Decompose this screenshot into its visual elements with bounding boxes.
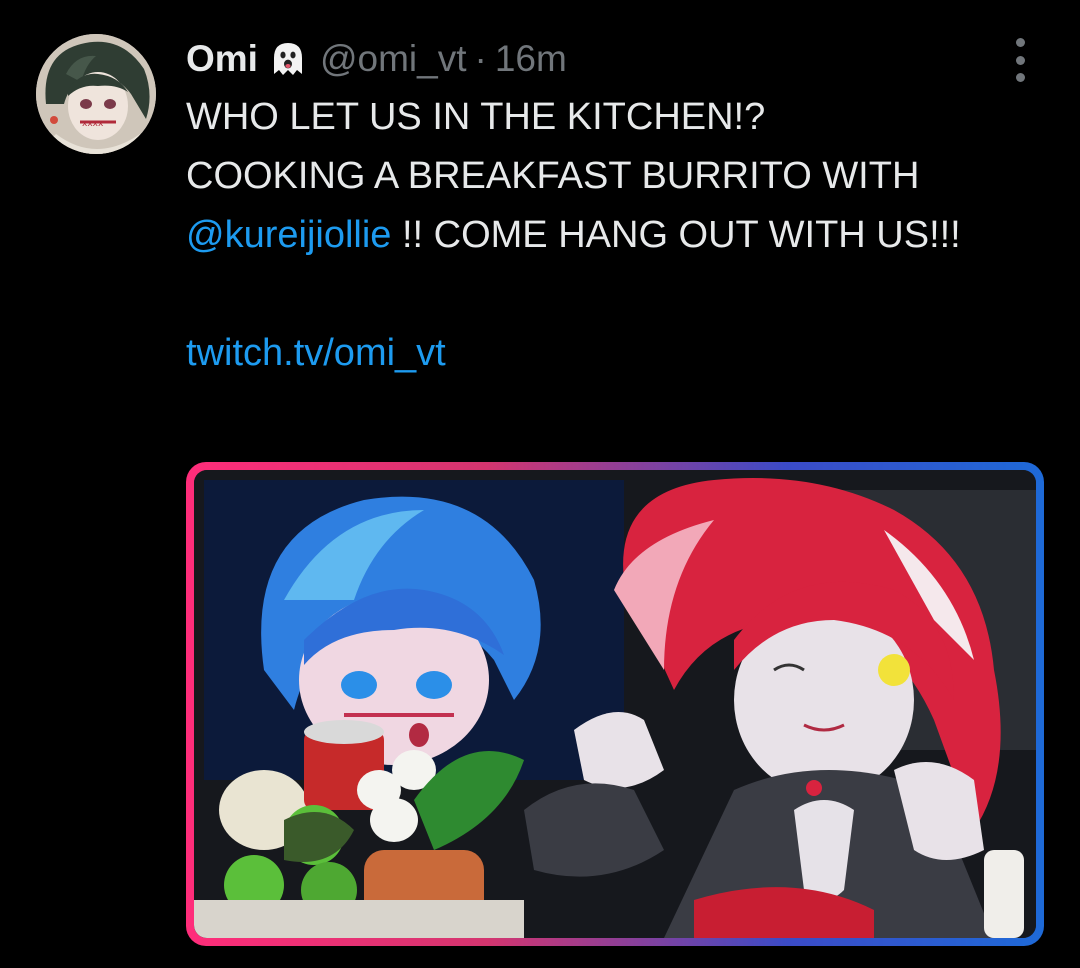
svg-text:xxxx: xxxx [82, 119, 104, 129]
tweet-header: Omi @omi_vt · 16m [186, 36, 567, 82]
avatar[interactable]: xxxx [36, 34, 156, 154]
more-options-button[interactable] [1008, 38, 1032, 82]
stream-thumbnail-illustration [194, 470, 1036, 938]
author-handle[interactable]: @omi_vt [320, 38, 467, 80]
separator-dot: · [474, 38, 487, 79]
author-name[interactable]: Omi [186, 38, 258, 80]
mention-link[interactable]: @kureijiollie [186, 214, 391, 256]
tweet-line-2: COOKING A BREAKFAST BURRITO WITH @kureij… [186, 147, 1046, 265]
timestamp[interactable]: 16m [495, 38, 567, 80]
ghost-emoji-icon [270, 40, 306, 78]
more-vertical-icon [1015, 38, 1025, 47]
media-image[interactable] [186, 462, 1044, 946]
twitch-link[interactable]: twitch.tv/omi_vt [186, 332, 446, 374]
tweet-text-after-mention: !! COME HANG OUT WITH US!!! [391, 214, 961, 256]
tweet-text-before-mention: COOKING A BREAKFAST BURRITO WITH [186, 155, 920, 197]
tweet[interactable]: xxxx Omi @omi_vt · 16m WHO LET US IN THE… [0, 0, 1080, 968]
tweet-text: WHO LET US IN THE KITCHEN!? COOKING A BR… [186, 88, 1046, 383]
tweet-line-1: WHO LET US IN THE KITCHEN!? [186, 96, 766, 138]
